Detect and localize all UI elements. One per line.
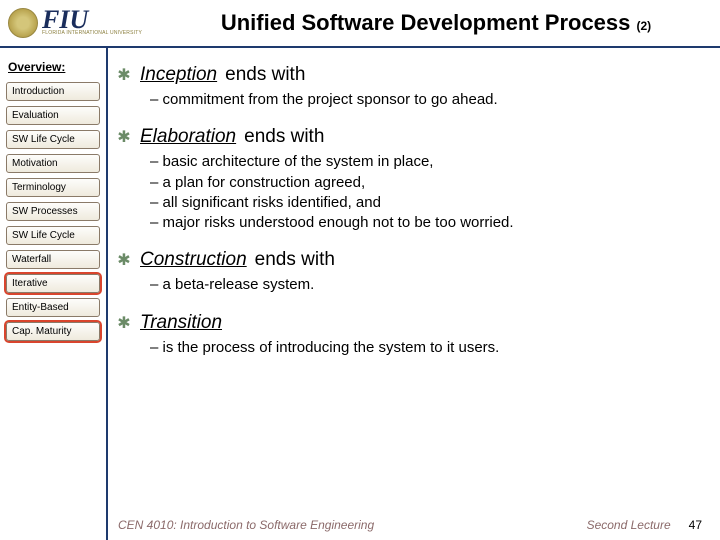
footer-page-number: 47 bbox=[689, 518, 702, 532]
bullet-icon: ✱ bbox=[116, 253, 132, 269]
phase-name: Inception bbox=[140, 64, 217, 86]
point-list: a beta-release system. bbox=[116, 275, 702, 295]
point-list: is the process of introducing the system… bbox=[116, 338, 702, 358]
header-bar: FIU FLORIDA INTERNATIONAL UNIVERSITY Uni… bbox=[0, 0, 720, 48]
section-inception: ✱ Inception ends with commitment from the … bbox=[116, 64, 702, 110]
list-item: a beta-release system. bbox=[150, 275, 702, 295]
page-title: Unified Software Development Process (2) bbox=[160, 10, 712, 36]
footer: CEN 4010: Introduction to Software Engin… bbox=[118, 518, 702, 532]
logo-text: FIU bbox=[42, 10, 142, 31]
section-elaboration: ✱ Elaboration ends with basic architecture… bbox=[116, 126, 702, 233]
section-heading: ✱ Transition bbox=[116, 312, 702, 334]
phase-tail: ends with bbox=[225, 64, 305, 86]
point-list: commitment from the project sponsor to g… bbox=[116, 90, 702, 110]
phase-tail: ends with bbox=[255, 249, 335, 271]
list-item: a plan for construction agreed, bbox=[150, 173, 702, 193]
content-area: ✱ Inception ends with commitment from the … bbox=[108, 48, 720, 540]
sidebar-item-motivation[interactable]: Motivation bbox=[6, 154, 100, 173]
bullet-icon: ✱ bbox=[116, 68, 132, 84]
footer-course: CEN 4010: Introduction to Software Engin… bbox=[118, 518, 374, 532]
university-seal-icon bbox=[8, 8, 38, 38]
phase-name: Transition bbox=[140, 312, 222, 334]
sidebar: Overview: Introduction Evaluation SW Life … bbox=[0, 48, 108, 540]
sidebar-item-cap-maturity[interactable]: Cap. Maturity bbox=[6, 322, 100, 341]
logo-subtext: FLORIDA INTERNATIONAL UNIVERSITY bbox=[42, 30, 142, 36]
section-transition: ✱ Transition is the process of introducing… bbox=[116, 312, 702, 358]
sidebar-item-waterfall[interactable]: Waterfall bbox=[6, 250, 100, 269]
section-construction: ✱ Construction ends with a beta-release sy… bbox=[116, 249, 702, 295]
phase-name: Construction bbox=[140, 249, 247, 271]
sidebar-heading: Overview: bbox=[8, 60, 100, 74]
phase-tail: ends with bbox=[244, 126, 324, 148]
section-heading: ✱ Construction ends with bbox=[116, 249, 702, 271]
list-item: major risks understood enough not to be … bbox=[150, 213, 702, 233]
sidebar-item-sw-life-cycle[interactable]: SW Life Cycle bbox=[6, 130, 100, 149]
sidebar-item-terminology[interactable]: Terminology bbox=[6, 178, 100, 197]
section-heading: ✱ Inception ends with bbox=[116, 64, 702, 86]
footer-lecture: Second Lecture bbox=[587, 518, 671, 532]
bullet-icon: ✱ bbox=[116, 316, 132, 332]
list-item: commitment from the project sponsor to g… bbox=[150, 90, 702, 110]
section-heading: ✱ Elaboration ends with bbox=[116, 126, 702, 148]
logo: FIU FLORIDA INTERNATIONAL UNIVERSITY bbox=[8, 8, 142, 38]
point-list: basic architecture of the system in plac… bbox=[116, 152, 702, 233]
sidebar-item-introduction[interactable]: Introduction bbox=[6, 82, 100, 101]
sidebar-item-sw-processes[interactable]: SW Processes bbox=[6, 202, 100, 221]
list-item: is the process of introducing the system… bbox=[150, 338, 702, 358]
sidebar-item-evaluation[interactable]: Evaluation bbox=[6, 106, 100, 125]
sidebar-item-entity-based[interactable]: Entity-Based bbox=[6, 298, 100, 317]
bullet-icon: ✱ bbox=[116, 130, 132, 146]
list-item: all significant risks identified, and bbox=[150, 193, 702, 213]
sidebar-item-sw-life-cycle[interactable]: SW Life Cycle bbox=[6, 226, 100, 245]
sidebar-item-iterative[interactable]: Iterative bbox=[6, 274, 100, 293]
phase-name: Elaboration bbox=[140, 126, 236, 148]
list-item: basic architecture of the system in plac… bbox=[150, 152, 702, 172]
